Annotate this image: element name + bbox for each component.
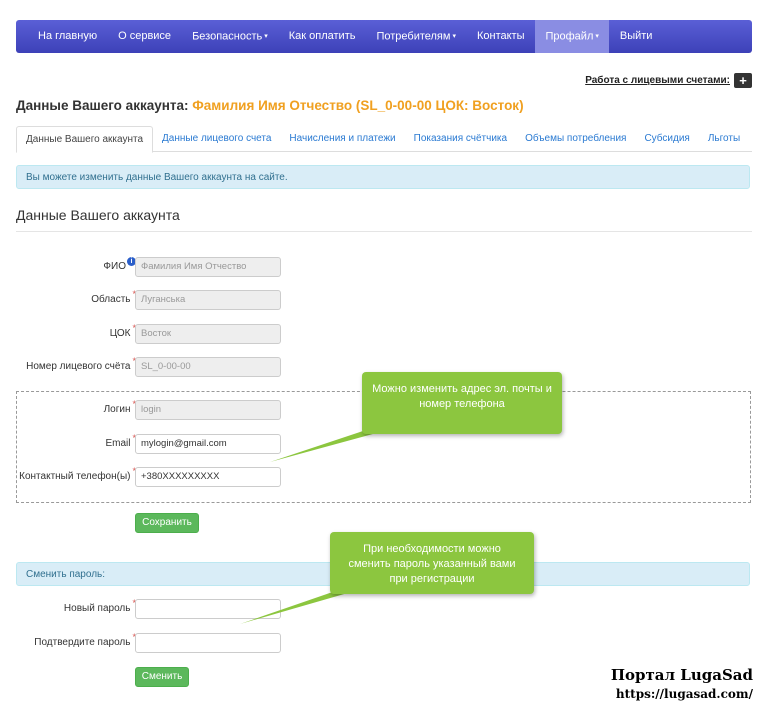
chevron-down-icon: ▾ [452, 33, 456, 40]
login-field: login [135, 400, 281, 420]
chevron-down-icon: ▾ [595, 33, 599, 40]
form-row-login: Логин* login [16, 399, 316, 422]
callout-password: При необходимости можно сменить пароль у… [330, 532, 534, 594]
region-label: Область [91, 294, 131, 305]
new-password-field[interactable] [135, 599, 281, 619]
form-row-phone: Контактный телефон(ы)* +380XXXXXXXXX [16, 466, 316, 489]
form-row-account-number: Номер лицевого счёта* SL_0-00-00 [16, 356, 316, 379]
nav-security[interactable]: Безопасность ▾ [182, 20, 279, 53]
form-row-confirm-password: Подтвердите пароль* [16, 632, 316, 655]
tab-account-data[interactable]: Данные Вашего аккаунта [16, 126, 154, 153]
plus-icon[interactable]: + [734, 73, 752, 88]
tab-personal-account[interactable]: Данные лицевого счета [153, 126, 280, 151]
confirm-password-label: Подтвердите пароль [34, 637, 131, 648]
tab-consumption[interactable]: Объемы потребления [516, 126, 635, 151]
tab-charges-payments[interactable]: Начисления и платежи [280, 126, 404, 151]
cok-field: Восток [135, 324, 281, 344]
main-navbar: На главную О сервисе Безопасность ▾ Как о… [16, 20, 752, 53]
accounts-link[interactable]: Работа с лицевыми счетами: + [585, 73, 752, 88]
nav-consumers[interactable]: Потребителям ▾ [366, 20, 467, 53]
form-row-fio: ФИО i Фамилия Имя Отчество [16, 257, 316, 279]
account-number-label: Номер лицевого счёта [26, 361, 131, 372]
region-field: Луганська [135, 290, 281, 310]
brand-title: Портал LugaSad [610, 666, 753, 684]
nav-about[interactable]: О сервисе [108, 20, 182, 53]
account-holder-name: Фамилия Имя Отчество (SL_0-00-00 ЦОК: Во… [192, 98, 524, 113]
tab-benefits[interactable]: Льготы [699, 126, 749, 151]
brand-url: https://lugasad.com/ [615, 687, 753, 701]
nav-how-to-pay[interactable]: Как оплатить [278, 20, 366, 53]
tab-meter-readings[interactable]: Показания счётчика [405, 126, 516, 151]
form-row-cok: ЦОК* Восток [16, 323, 316, 346]
fio-field: Фамилия Имя Отчество [135, 257, 281, 277]
email-label: Email [105, 438, 131, 449]
chevron-down-icon: ▾ [264, 33, 268, 40]
form-row-email: Email* mylogin@gmail.com [16, 433, 316, 456]
email-field[interactable]: mylogin@gmail.com [135, 434, 281, 454]
fio-label: ФИО [103, 261, 126, 272]
nav-home[interactable]: На главную [16, 20, 108, 53]
brand-watermark: Портал LugaSad https://lugasad.com/ [611, 666, 753, 701]
nav-contacts[interactable]: Контакты [466, 20, 535, 53]
confirm-password-field[interactable] [135, 633, 281, 653]
section-title: Данные Вашего аккаунта [16, 207, 752, 232]
nav-profile[interactable]: Профайл ▾ [534, 20, 610, 53]
new-password-label: Новый пароль [63, 603, 131, 614]
nav-logout[interactable]: Выйти [609, 20, 663, 53]
phone-label: Контактный телефон(ы) [19, 471, 131, 482]
account-tabs: Данные Вашего аккаунта Данные лицевого с… [16, 126, 752, 153]
callout-contact: Можно изменить адрес эл. почты и номер т… [362, 372, 562, 434]
account-number-field: SL_0-00-00 [135, 357, 281, 377]
form-row-region: Область* Луганська [16, 289, 316, 312]
accounts-link-label[interactable]: Работа с лицевыми счетами: [585, 75, 730, 86]
tab-subsidy[interactable]: Субсидия [635, 126, 698, 151]
page-title: Данные Вашего аккаунта: Фамилия Имя Отче… [16, 98, 524, 113]
change-password-button[interactable]: Сменить [135, 667, 189, 687]
login-label: Логин [103, 404, 131, 415]
phone-field[interactable]: +380XXXXXXXXX [135, 467, 281, 487]
cok-label: ЦОК [109, 328, 131, 339]
form-row-new-password: Новый пароль* [16, 598, 316, 621]
save-button[interactable]: Сохранить [135, 513, 199, 533]
info-alert: Вы можете изменить данные Вашего аккаунт… [16, 165, 750, 189]
